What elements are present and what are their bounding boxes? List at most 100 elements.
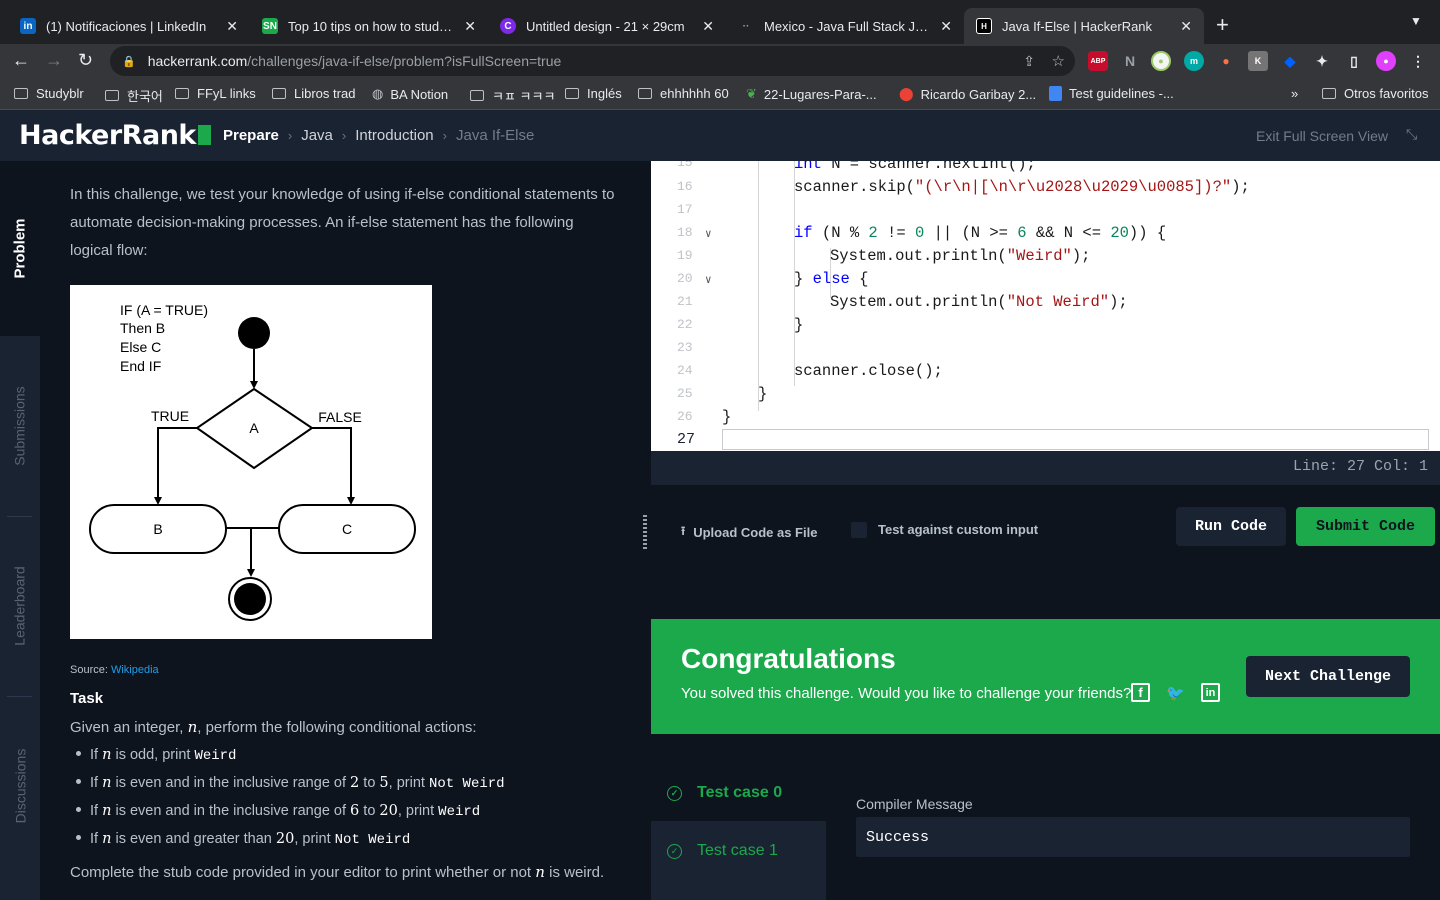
collapse-icon[interactable]: ⤡ [1406,126,1417,143]
browser-menu-icon[interactable]: ⋮ [1408,51,1428,71]
code-text: (N % [812,224,869,242]
tab-search-chevron-icon[interactable]: ▼ [1410,14,1422,28]
exit-fullscreen-link[interactable]: Exit Full Screen View [1256,128,1388,144]
number-literal: 2 [868,224,878,242]
browser-tab-canva[interactable]: C Untitled design - 21 × 29cm ✕ [488,8,726,44]
bookmark-korean[interactable]: 한국어 [105,86,163,105]
close-tab-icon[interactable]: ✕ [940,18,952,35]
if-else-flow-diagram: IF (A = TRUE) Then B Else C End IF A TRU… [70,285,432,639]
m-ext-icon[interactable]: m [1184,51,1204,71]
code-line: System.out.println("Weird"); [830,247,1090,265]
sn-icon: SN [262,18,278,34]
test-case-1[interactable]: ✓ Test case 1 [651,823,826,879]
sidepanel-icon[interactable]: ▯ [1344,51,1364,71]
dropbox-icon[interactable]: ◆ [1280,51,1300,71]
bookmark-ffyl[interactable]: FFyL links [175,86,256,101]
test-case-label: Test case 1 [697,842,778,859]
bookmark-kp[interactable]: ㅋㅍ ㅋㅋㅋ [470,86,555,105]
browser-tab-studytips[interactable]: SN Top 10 tips on how to study sm ✕ [250,8,488,44]
line-number: 25 [677,386,693,401]
breadcrumb-java[interactable]: Java [301,127,333,144]
reload-icon[interactable]: ↻ [78,50,93,71]
fold-chevron-icon[interactable]: ∨ [705,273,712,287]
chevron-right-icon: › [442,128,447,143]
next-challenge-button[interactable]: Next Challenge [1246,656,1410,697]
bookmark-star-icon[interactable]: ☆ [1052,52,1065,70]
browser-tab-mexico-job[interactable]: ·· Mexico - Java Full Stack Junior ✕ [726,8,964,44]
frog-ext-icon[interactable]: ● [1151,51,1171,71]
new-tab-plus-icon[interactable]: + [1216,12,1229,38]
upload-code-button[interactable]: ⭱ Upload Code as File [681,522,817,543]
code-text: )) { [1128,224,1167,242]
breadcrumb: Prepare › Java › Introduction › Java If-… [223,127,534,144]
test-case-0[interactable]: ✓ Test case 0 [651,765,826,821]
bookmark-label: Ricardo Garibay 2... [920,86,1037,102]
bookmark-ehhh[interactable]: ehhhhhh 60 [638,86,729,101]
code-line: if (N % 2 != 0 || (N >= 6 && N <= 20)) { [794,224,1166,242]
lock-icon: 🔒 [122,55,136,68]
congratulations-banner: Congratulations You solved this challeng… [651,619,1440,734]
breadcrumb-prepare[interactable]: Prepare [223,127,279,144]
bookmark-libros[interactable]: Libros trad [272,86,355,101]
bookmark-ba-notion[interactable]: ◍ BA Notion [372,86,448,102]
dot-ext-icon[interactable]: ● [1216,51,1236,71]
bookmark-lugares[interactable]: ❦ 22-Lugares-Para-... [746,86,877,102]
browser-tab-hackerrank[interactable]: H Java If-Else | HackerRank ✕ [964,8,1204,44]
close-tab-icon[interactable]: ✕ [1180,18,1192,35]
twitter-icon[interactable]: 🐦 [1166,683,1185,702]
tab-submissions[interactable]: Submissions [0,336,40,516]
code-line: } else { [794,270,868,288]
bookmark-ingles[interactable]: Inglés [565,86,622,101]
drag-handle-icon[interactable] [643,515,647,549]
adblock-icon[interactable]: ABP [1088,51,1108,71]
pseudo-line: Else C [120,339,161,355]
check-circle-icon: ✓ [667,843,682,859]
folder-icon [470,90,484,101]
decision-label: A [249,420,259,436]
tab-problem[interactable]: Problem [0,161,40,336]
text: is even and greater than [111,831,276,847]
globe-icon: ◍ [372,86,384,101]
k-ext-icon[interactable]: K [1248,51,1268,71]
puzzle-icon[interactable]: ✦ [1312,51,1332,71]
wikipedia-link[interactable]: Wikipedia [111,664,159,676]
output-code: Weird [438,804,481,820]
custom-input-label[interactable]: Test against custom input [878,522,1038,537]
bookmark-ricardo[interactable]: ⬤ Ricardo Garibay 2... [899,86,1036,102]
tab-leaderboard[interactable]: Leaderboard [0,516,40,696]
profile-avatar[interactable]: ● [1376,51,1396,71]
fold-chevron-icon[interactable]: ∨ [705,227,712,241]
facebook-icon[interactable]: f [1131,683,1150,702]
code-editor[interactable]: 15 16 17 18 19 20 21 22 23 24 25 26 ∨ ∨ … [651,161,1440,451]
close-tab-icon[interactable]: ✕ [226,18,238,35]
submit-code-button[interactable]: Submit Code [1296,507,1435,546]
forward-arrow-icon[interactable]: → [45,50,63,71]
browser-tab-linkedin[interactable]: in (1) Notificaciones | LinkedIn ✕ [8,8,250,44]
bookmark-other[interactable]: Otros favoritos [1322,86,1429,101]
bookmark-test-guidelines[interactable]: Test guidelines -... [1049,86,1174,101]
side-tabs: Problem Submissions Leaderboard Discussi… [0,161,40,900]
close-tab-icon[interactable]: ✕ [702,18,714,35]
linkedin-share-icon[interactable]: in [1201,683,1220,702]
text: , perform the following conditional acti… [197,719,477,736]
pseudo-line: End IF [120,358,161,374]
line-number: 20 [677,271,693,286]
code-text: ); [1109,293,1128,311]
line-number: 15 [677,161,693,170]
share-icon[interactable]: ⇪ [1023,53,1035,70]
start-node [238,317,270,349]
run-code-button[interactable]: Run Code [1176,507,1286,546]
close-tab-icon[interactable]: ✕ [464,18,476,35]
custom-input-checkbox[interactable] [851,522,867,538]
breadcrumb-introduction[interactable]: Introduction [355,127,433,144]
text: , print [294,831,335,847]
bookmark-studyblr[interactable]: Studyblr [14,86,84,101]
tab-label: Submissions [12,386,28,466]
tab-discussions[interactable]: Discussions [0,696,40,876]
hackerrank-logo[interactable]: HackerRank [19,120,211,151]
more-bookmarks-icon[interactable]: » [1291,86,1298,101]
notion-ext-icon[interactable]: N [1120,51,1140,71]
address-bar[interactable]: 🔒 hackerrank.com/challenges/java-if-else… [110,46,1075,76]
back-arrow-icon[interactable]: ← [12,50,30,71]
code-text: scanner.close(); [794,362,943,380]
